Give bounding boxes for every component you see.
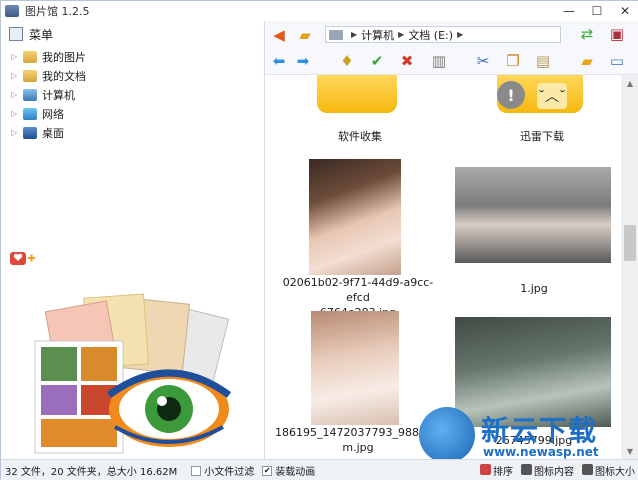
breadcrumb-separator: ▶	[351, 30, 358, 39]
watermark-logo-icon	[419, 407, 475, 463]
image-thumbnail[interactable]	[311, 311, 399, 425]
breadcrumb-computer[interactable]: 计算机	[361, 27, 394, 43]
sidebar-item-my-documents[interactable]: ▷ 我的文档	[1, 66, 264, 85]
image-name-line: m.jpg	[342, 441, 374, 454]
small-file-filter-checkbox[interactable]	[191, 465, 202, 476]
icon-size-label: 图标大小	[595, 467, 635, 478]
image-name[interactable]: 1.jpg	[479, 281, 589, 296]
face-icon: ˘︿˘	[537, 83, 567, 109]
status-bar: 32 文件，20 文件夹，总大小 16.62M 小文件过滤 ✔ 装载动画 排序 …	[1, 459, 638, 480]
icon-content-icon	[521, 464, 532, 475]
warning-icon: !	[497, 81, 525, 109]
sidebar-item-label: 桌面	[42, 126, 64, 140]
watermark-title: 新云下载	[481, 414, 598, 447]
scrollbar-thumb[interactable]	[624, 225, 636, 261]
maximize-button[interactable]: ☐	[583, 1, 611, 21]
load-animation-checkbox[interactable]: ✔	[262, 465, 273, 476]
status-summary: 32 文件，20 文件夹，总大小 16.62M	[5, 467, 178, 478]
network-icon	[23, 107, 37, 120]
fullscreen-icon[interactable]: ▣	[607, 24, 627, 44]
breadcrumb-drive[interactable]: 文档 (E:)	[408, 27, 453, 43]
minimize-button[interactable]: —	[555, 1, 583, 21]
computer-icon	[23, 88, 37, 101]
sidebar-item-label: 我的图片	[42, 50, 86, 64]
icon-size-button[interactable]: 图标大小	[582, 463, 635, 478]
sidebar-item-network[interactable]: ▷ 网络	[1, 104, 264, 123]
load-animation-label[interactable]: 装载动画	[275, 463, 315, 478]
window-title: 图片馆 1.2.5	[25, 5, 90, 18]
nav-forward-icon[interactable]: ➡	[293, 51, 313, 71]
breadcrumb-separator: ▶	[457, 30, 464, 39]
icon-size-icon	[582, 464, 593, 475]
expand-arrow-icon[interactable]: ▷	[11, 71, 21, 80]
statusbar-actions: 排序 图标内容 图标大小	[480, 463, 635, 478]
address-bar[interactable]: ▶ 计算机 ▶ 文档 (E:) ▶	[325, 26, 561, 43]
small-file-filter-label[interactable]: 小文件过滤	[204, 463, 254, 478]
sidebar-item-computer[interactable]: ▷ 计算机	[1, 85, 264, 104]
expand-arrow-icon[interactable]: ▷	[11, 128, 21, 137]
icon-content-button[interactable]: 图标内容	[521, 463, 574, 478]
sort-label: 排序	[493, 467, 513, 478]
title-bar: 图片馆 1.2.5 — ☐ ✕	[1, 1, 638, 21]
sort-icon	[480, 464, 491, 475]
app-window: 图片馆 1.2.5 — ☐ ✕ 菜单 ▷ 我的图片 ▷ 我的文档 ▷ 计算机 ▷	[0, 0, 638, 480]
sidebar-item-desktop[interactable]: ▷ 桌面	[1, 123, 264, 142]
expand-arrow-icon[interactable]: ▷	[11, 109, 21, 118]
check-icon[interactable]: ✔	[367, 51, 387, 71]
back-arrow-icon[interactable]: ◀	[269, 25, 289, 45]
tag-icon[interactable]: ♦	[337, 51, 357, 71]
sidebar-item-label: 我的文档	[42, 69, 86, 83]
open-folder-icon[interactable]: ▰	[295, 25, 315, 45]
expand-arrow-icon[interactable]: ▷	[11, 90, 21, 99]
folder-name[interactable]: 迅雷下载	[487, 129, 597, 144]
watermark-url: www.newasp.net	[483, 445, 599, 459]
app-icon	[5, 5, 19, 17]
toolbar: ◀ ▰ ▶ 计算机 ▶ 文档 (E:) ▶ ⇄ ▣ ⬅ ➡ ♦ ✔ ✖ ▥ ✂ …	[265, 21, 638, 75]
folder-name[interactable]: 软件收集	[305, 129, 415, 144]
icon-content-label: 图标内容	[534, 467, 574, 478]
sort-button[interactable]: 排序	[480, 463, 513, 478]
computer-icon	[329, 29, 343, 40]
menu-header[interactable]: 菜单	[1, 21, 264, 47]
close-button[interactable]: ✕	[611, 1, 638, 21]
screen-icon[interactable]: ▭	[607, 51, 627, 71]
window-controls: — ☐ ✕	[555, 1, 638, 21]
add-favorite-icon[interactable]	[9, 249, 35, 267]
image-name-line: 02061b02-9f71-44d9-a9cc-efcd	[282, 276, 434, 304]
menu-icon	[9, 27, 23, 41]
cut-icon[interactable]: ✂	[473, 51, 493, 71]
desktop-icon	[23, 126, 37, 139]
image-thumbnail[interactable]	[309, 159, 401, 275]
menu-label: 菜单	[29, 27, 54, 42]
file-grid: 软件收集 ! ˘︿˘ 迅雷下载 02061b02-9f71-44d9-a9cc-…	[265, 75, 621, 459]
copy-icon[interactable]: ❐	[503, 51, 523, 71]
vertical-scrollbar[interactable]: ▲ ▼	[621, 75, 638, 459]
scroll-up-icon[interactable]: ▲	[621, 75, 638, 91]
left-pane: 菜单 ▷ 我的图片 ▷ 我的文档 ▷ 计算机 ▷ 网络 ▷ 桌面	[1, 21, 265, 459]
expand-arrow-icon[interactable]: ▷	[11, 52, 21, 61]
delete-trash-icon[interactable]: ▥	[429, 51, 449, 71]
folder-icon[interactable]: ▰	[577, 51, 597, 71]
watermark: 新云下载 www.newasp.net	[419, 407, 629, 463]
sidebar-item-label: 网络	[42, 107, 64, 121]
pictures-folder-icon	[23, 50, 37, 63]
cross-icon[interactable]: ✖	[397, 51, 417, 71]
folder-icon[interactable]	[317, 75, 397, 113]
sidebar-item-my-pictures[interactable]: ▷ 我的图片	[1, 47, 264, 66]
paste-icon[interactable]: ▤	[533, 51, 553, 71]
image-thumbnail[interactable]	[455, 167, 611, 263]
refresh-icon[interactable]: ⇄	[577, 24, 597, 44]
nav-back-icon[interactable]: ⬅	[269, 51, 289, 71]
sidebar-item-label: 计算机	[42, 88, 75, 102]
documents-folder-icon	[23, 69, 37, 82]
breadcrumb-separator: ▶	[398, 30, 405, 39]
app-logo-eye-icon	[34, 293, 232, 454]
image-name[interactable]: 186195_1472037793_9881.jpg m.jpg	[275, 425, 447, 455]
